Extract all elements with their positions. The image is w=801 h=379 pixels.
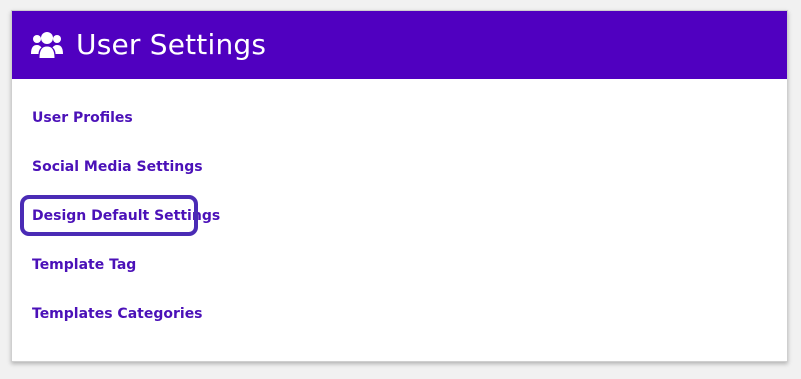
menu-item-label: Templates Categories [32,306,203,322]
user-settings-panel: User Settings User Profiles Social Media… [11,10,788,362]
menu-item-template-tag[interactable]: Template Tag [32,255,136,275]
menu-item-label: Design Default Settings [32,208,221,224]
menu-item-label: Template Tag [32,257,137,273]
menu-item-label: User Profiles [32,110,133,126]
users-icon [30,28,64,62]
menu-item-design-default-settings[interactable]: Design Default Settings [32,206,220,226]
menu-item-templates-categories[interactable]: Templates Categories [32,304,203,324]
page-title: User Settings [76,28,267,61]
menu-item-label: Social Media Settings [32,159,203,175]
menu-item-user-profiles[interactable]: User Profiles [32,108,133,128]
menu-item-social-media-settings[interactable]: Social Media Settings [32,157,203,177]
panel-header: User Settings [12,11,787,79]
